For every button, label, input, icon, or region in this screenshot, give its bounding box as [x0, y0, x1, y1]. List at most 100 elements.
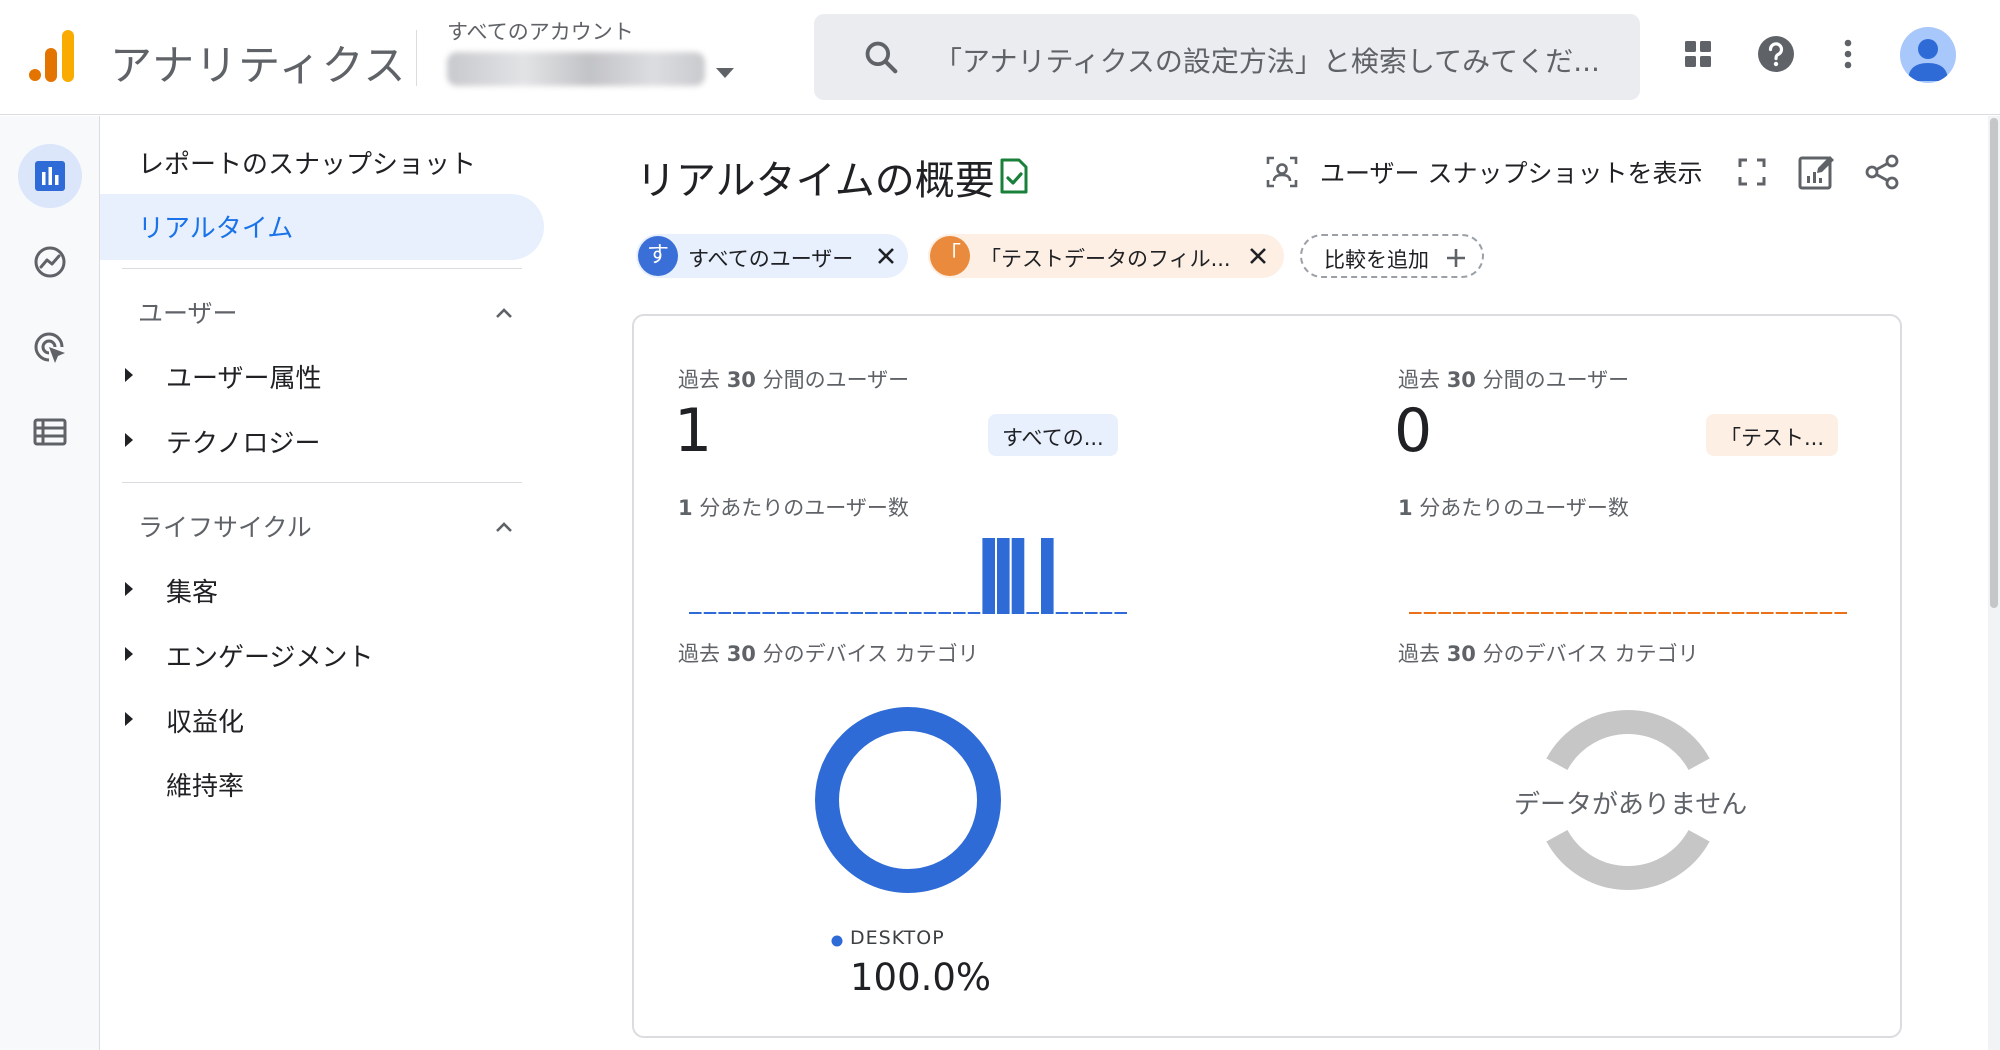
comparison-chip-test-data[interactable]: 「 「テストデータのフィル... [928, 234, 1284, 278]
minute-bar[interactable] [997, 538, 1010, 614]
minute-bar[interactable] [923, 612, 937, 614]
expand-arrow-icon[interactable] [125, 582, 133, 596]
nav-item-monetization[interactable]: 収益化 [166, 702, 244, 739]
minute-bar[interactable] [1819, 612, 1833, 614]
minute-bar[interactable] [1423, 612, 1437, 614]
minute-bar[interactable] [791, 612, 805, 614]
chevron-up-icon[interactable] [493, 302, 515, 324]
minute-bar[interactable] [703, 612, 717, 614]
minute-bar[interactable] [1805, 612, 1818, 614]
rail-configure[interactable] [18, 400, 82, 464]
donut-slice-desktop[interactable] [815, 707, 1001, 893]
nav-item-demographics[interactable]: ユーザー属性 [166, 358, 321, 395]
minute-bar[interactable] [982, 538, 995, 614]
nav-realtime[interactable]: リアルタイム [100, 194, 544, 260]
minute-bar[interactable] [1643, 612, 1657, 614]
search-bar[interactable]: 「アナリティクスの設定方法」と検索してみてくだ... [814, 14, 1640, 100]
nav-reports-snapshot[interactable]: レポートのスナップショット [138, 144, 476, 181]
minute-bar[interactable] [1629, 612, 1642, 614]
minute-bar[interactable] [1070, 612, 1083, 614]
minute-bar[interactable] [1085, 612, 1098, 614]
minute-bar[interactable] [909, 612, 922, 614]
minute-bar[interactable] [1526, 612, 1539, 614]
minute-bar[interactable] [1497, 612, 1510, 614]
minute-bar[interactable] [1011, 538, 1025, 614]
share-icon[interactable] [1862, 152, 1902, 192]
minute-bar[interactable] [733, 612, 746, 614]
customize-report-icon[interactable] [1796, 152, 1836, 192]
verified-report-icon[interactable] [998, 158, 1030, 194]
minute-bar[interactable] [1511, 612, 1525, 614]
minute-bar[interactable] [1702, 612, 1715, 614]
rail-reports[interactable] [18, 144, 82, 208]
expand-arrow-icon[interactable] [125, 647, 133, 661]
minute-bar[interactable] [1761, 612, 1774, 614]
account-name-blurred[interactable] [447, 52, 705, 86]
minute-bar[interactable] [1114, 612, 1127, 614]
minute-bar[interactable] [879, 612, 893, 614]
add-comparison-button[interactable]: 比較を追加 [1300, 234, 1484, 278]
minute-bar[interactable] [1409, 612, 1422, 614]
rail-advertising[interactable] [18, 316, 82, 380]
help-icon[interactable] [1756, 34, 1796, 74]
minute-bar[interactable] [1026, 612, 1039, 614]
minute-bar[interactable] [1599, 612, 1613, 614]
minute-bar[interactable] [1731, 612, 1745, 614]
apps-grid-icon[interactable] [1678, 34, 1718, 74]
minute-bar[interactable] [1041, 538, 1054, 614]
minute-bar[interactable] [1555, 612, 1569, 614]
minute-bar[interactable] [1687, 612, 1701, 614]
page-scrollbar[interactable] [1988, 116, 2000, 1050]
nav-section-user[interactable]: ユーザー [138, 294, 238, 330]
minute-bar[interactable] [1746, 612, 1759, 614]
expand-arrow-icon[interactable] [125, 368, 133, 382]
minute-bar[interactable] [1775, 612, 1789, 614]
analytics-logo-icon[interactable] [28, 30, 76, 82]
minute-bar[interactable] [821, 612, 834, 614]
minute-bar[interactable] [1658, 612, 1671, 614]
minute-bar[interactable] [1467, 612, 1481, 614]
rail-explore[interactable] [18, 230, 82, 294]
account-dropdown-icon[interactable] [716, 68, 734, 78]
chevron-up-icon[interactable] [493, 516, 515, 538]
account-label[interactable]: すべてのアカウント [447, 16, 634, 46]
view-user-snapshot-button[interactable]: ユーザー スナップショットを表示 [1320, 154, 1702, 190]
minute-bar[interactable] [1453, 612, 1466, 614]
minute-bar[interactable] [762, 612, 775, 614]
minute-bar[interactable] [718, 612, 731, 614]
minute-bar[interactable] [777, 612, 790, 614]
minute-bar[interactable] [1673, 612, 1686, 614]
fullscreen-icon[interactable] [1732, 152, 1772, 192]
minute-bar[interactable] [1570, 612, 1583, 614]
nav-item-acquisition[interactable]: 集客 [166, 572, 218, 609]
minute-bar[interactable] [1790, 612, 1803, 614]
minute-bar[interactable] [865, 612, 878, 614]
account-avatar[interactable] [1900, 27, 1956, 83]
minute-bar[interactable] [894, 612, 907, 614]
minute-bar[interactable] [1099, 612, 1113, 614]
minute-bar[interactable] [967, 612, 981, 614]
scrollbar-thumb[interactable] [1990, 118, 1998, 608]
search-placeholder[interactable]: 「アナリティクスの設定方法」と検索してみてくだ... [934, 40, 1624, 80]
minute-bar[interactable] [1717, 612, 1730, 614]
comparison-chip-all-users[interactable]: す すべてのユーザー [636, 234, 908, 278]
nav-item-tech[interactable]: テクノロジー [166, 423, 320, 460]
expand-arrow-icon[interactable] [125, 712, 133, 726]
minute-bar[interactable] [938, 612, 951, 614]
minute-bar[interactable] [1055, 612, 1069, 614]
minute-bar[interactable] [1541, 612, 1554, 614]
users-per-minute-chart[interactable] [1408, 538, 1848, 614]
nav-section-lifecycle[interactable]: ライフサイクル [138, 508, 312, 544]
user-snapshot-icon[interactable] [1262, 152, 1302, 192]
close-icon[interactable] [1248, 246, 1268, 266]
minute-bar[interactable] [747, 612, 761, 614]
nav-item-engagement[interactable]: エンゲージメント [166, 637, 373, 674]
minute-bar[interactable] [1585, 612, 1598, 614]
minute-bar[interactable] [835, 612, 849, 614]
close-icon[interactable] [876, 246, 896, 266]
users-per-minute-chart[interactable] [688, 538, 1128, 614]
nav-item-retention[interactable]: 維持率 [166, 766, 244, 803]
minute-bar[interactable] [850, 612, 863, 614]
minute-bar[interactable] [806, 612, 819, 614]
minute-bar[interactable] [953, 612, 966, 614]
